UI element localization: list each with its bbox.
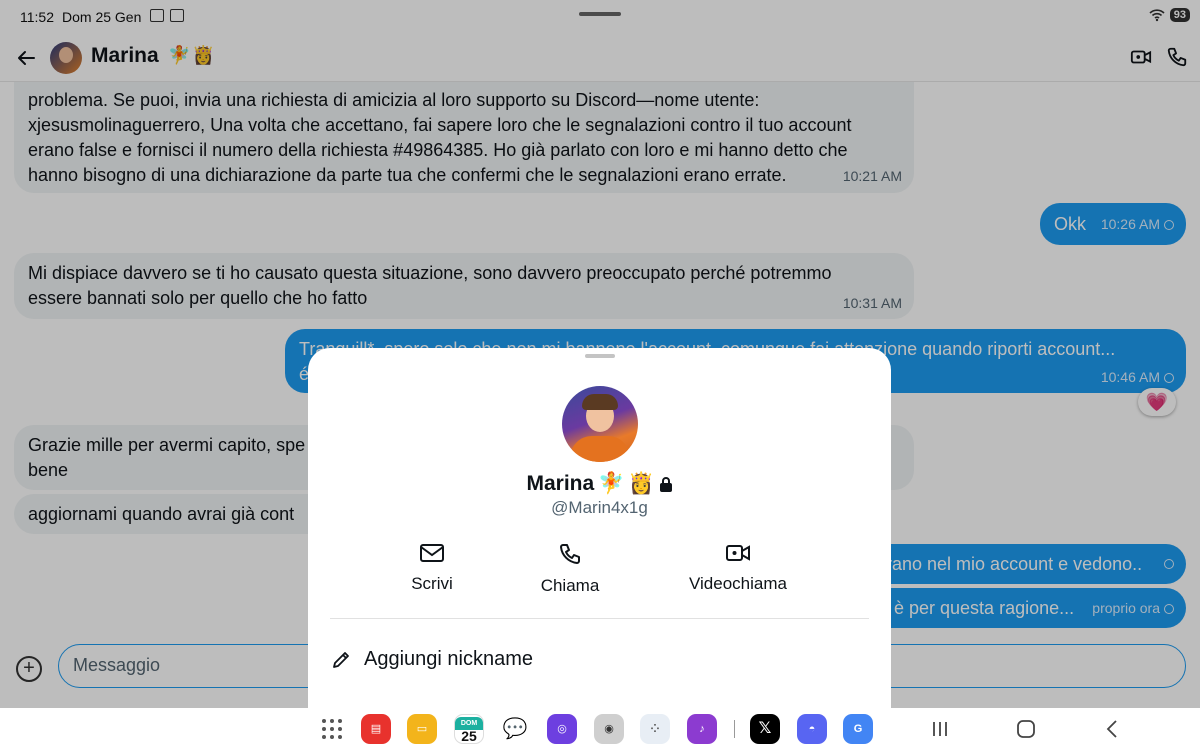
browser-app-icon[interactable]: ◎ [547, 714, 577, 744]
recent-apps-icon[interactable] [930, 717, 950, 741]
taskbar: ▤ ▭ DOM 25 💬 ◎ ◉ ⁘ ♪ 𝕏 ◓ G [0, 708, 1200, 750]
x-app-icon[interactable]: 𝕏 [750, 714, 780, 744]
dock-separator [734, 720, 735, 738]
call-button[interactable]: Chiama [530, 542, 610, 596]
notes-app-icon[interactable]: ▤ [361, 714, 391, 744]
profile-name: Marina 🧚 👸 [308, 472, 891, 496]
messages-app-icon[interactable]: 💬 [500, 714, 530, 744]
envelope-icon [420, 544, 444, 562]
translate-app-icon[interactable]: G [843, 714, 873, 744]
camera-app-icon[interactable]: ◉ [594, 714, 624, 744]
divider [330, 618, 869, 619]
profile-avatar[interactable] [562, 386, 638, 462]
app-drawer-icon[interactable] [322, 719, 342, 739]
profile-handle: @Marin4x1g [551, 498, 648, 517]
smule-app-icon[interactable]: ♪ [687, 714, 717, 744]
app-folder-icon[interactable]: ⁘ [640, 714, 670, 744]
pencil-icon [333, 651, 349, 668]
sheet-grip[interactable] [585, 354, 615, 358]
lock-icon [659, 477, 672, 492]
video-call-button[interactable]: Videochiama [678, 542, 798, 594]
profile-sheet: Marina 🧚 👸 @Marin4x1g Scrivi Chiama Vide… [308, 348, 891, 708]
chat-screen: 11:52 Dom 25 Gen 93 Marina 🧚 👸 problema. … [0, 0, 1200, 708]
back-icon[interactable] [1102, 717, 1122, 741]
video-camera-icon [726, 545, 750, 561]
files-app-icon[interactable]: ▭ [407, 714, 437, 744]
home-icon[interactable] [1015, 717, 1037, 741]
discord-app-icon[interactable]: ◓ [797, 714, 827, 744]
phone-icon [560, 544, 580, 564]
calendar-app-icon[interactable]: DOM 25 [454, 714, 484, 744]
message-button[interactable]: Scrivi [392, 542, 472, 594]
add-nickname-button[interactable]: Aggiungi nickname [330, 648, 533, 671]
